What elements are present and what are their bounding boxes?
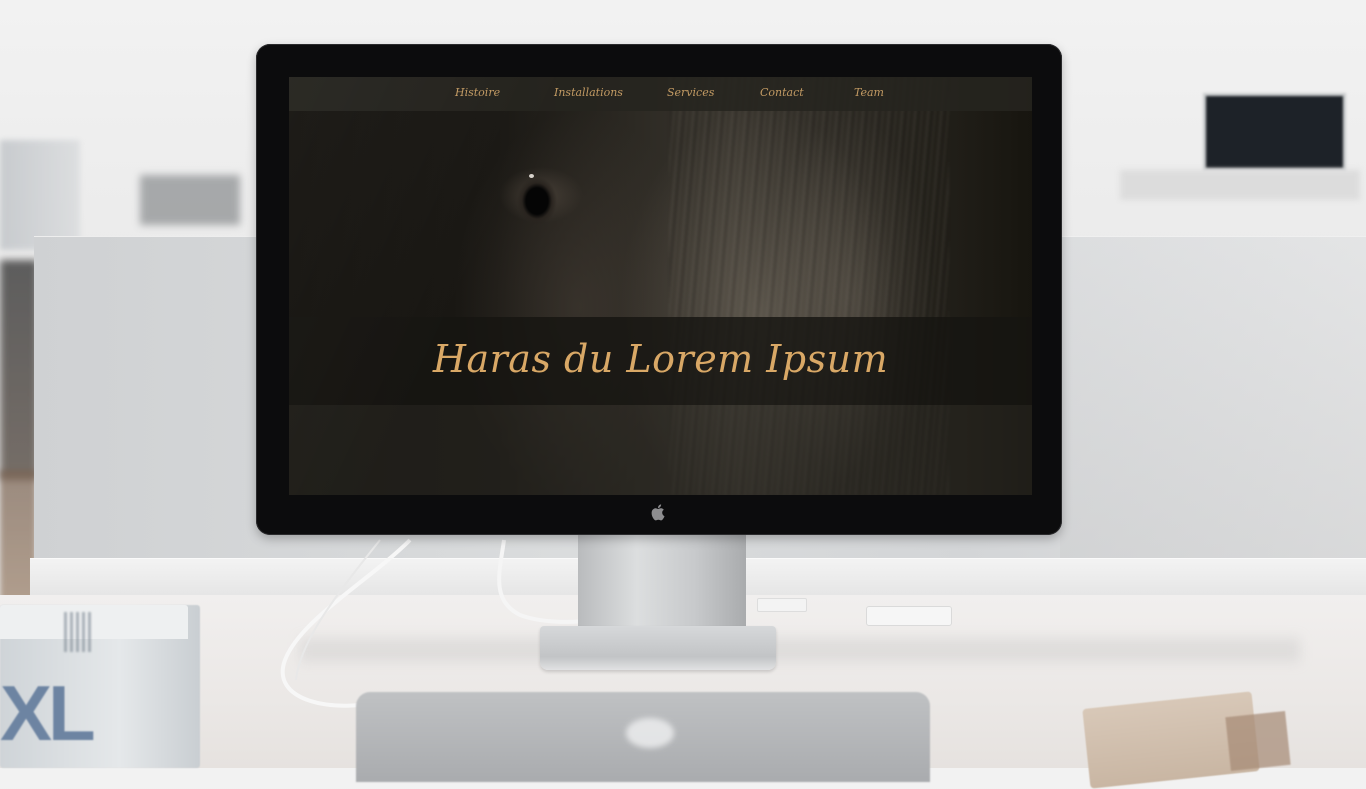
hero-image-eye-glint <box>529 174 534 178</box>
site-nav: Histoire Installations Services Contact … <box>289 77 1032 111</box>
hero-title: Haras du Lorem Ipsum <box>432 337 889 381</box>
book-spine-text <box>64 612 94 652</box>
notebook-band <box>1225 711 1291 771</box>
nav-item-team[interactable]: Team <box>854 86 884 99</box>
monitor-stand-neck <box>578 530 746 640</box>
monitor-screen: Histoire Installations Services Contact … <box>289 77 1032 495</box>
apple-logo-icon <box>651 503 667 521</box>
book-top <box>0 605 188 639</box>
laptop-logo-icon <box>626 718 674 748</box>
nav-item-installations[interactable]: Installations <box>554 86 623 99</box>
hero-image-eye <box>511 169 563 227</box>
monitor-stand-base <box>540 626 776 670</box>
nav-item-contact[interactable]: Contact <box>760 86 804 99</box>
nav-item-histoire[interactable]: Histoire <box>455 86 500 99</box>
book-cover-text: XL <box>0 669 96 757</box>
hero-lower-band <box>289 405 1032 495</box>
nav-item-services[interactable]: Services <box>667 86 714 99</box>
